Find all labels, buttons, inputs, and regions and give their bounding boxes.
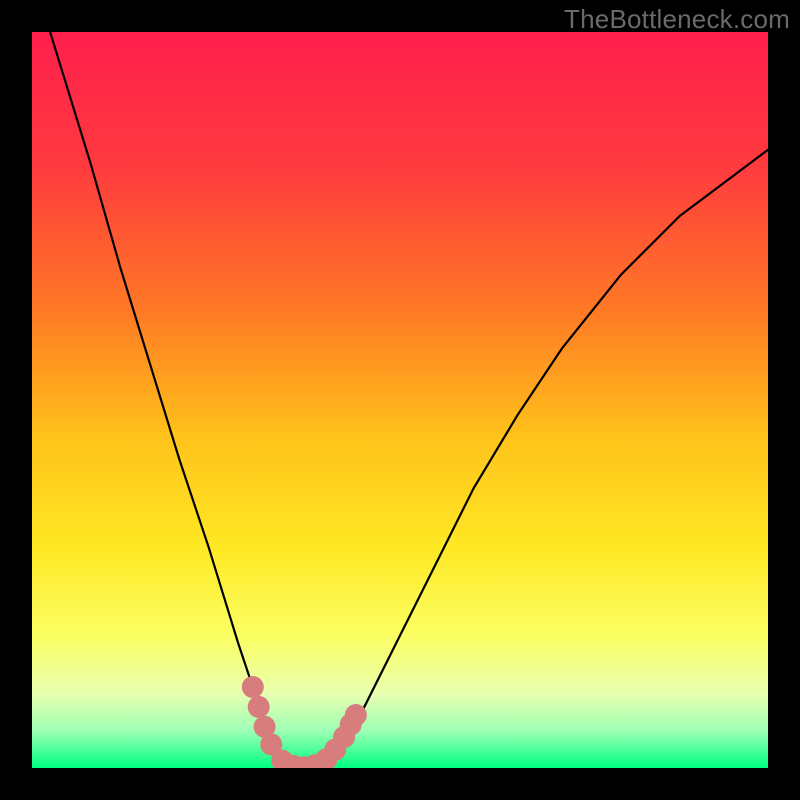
plot-area [32,32,768,768]
gradient-background [32,32,768,768]
marker-point [242,676,264,698]
watermark-text: TheBottleneck.com [564,4,790,35]
bottleneck-chart [32,32,768,768]
outer-frame: TheBottleneck.com [0,0,800,800]
marker-point [248,696,270,718]
marker-point [345,704,367,726]
